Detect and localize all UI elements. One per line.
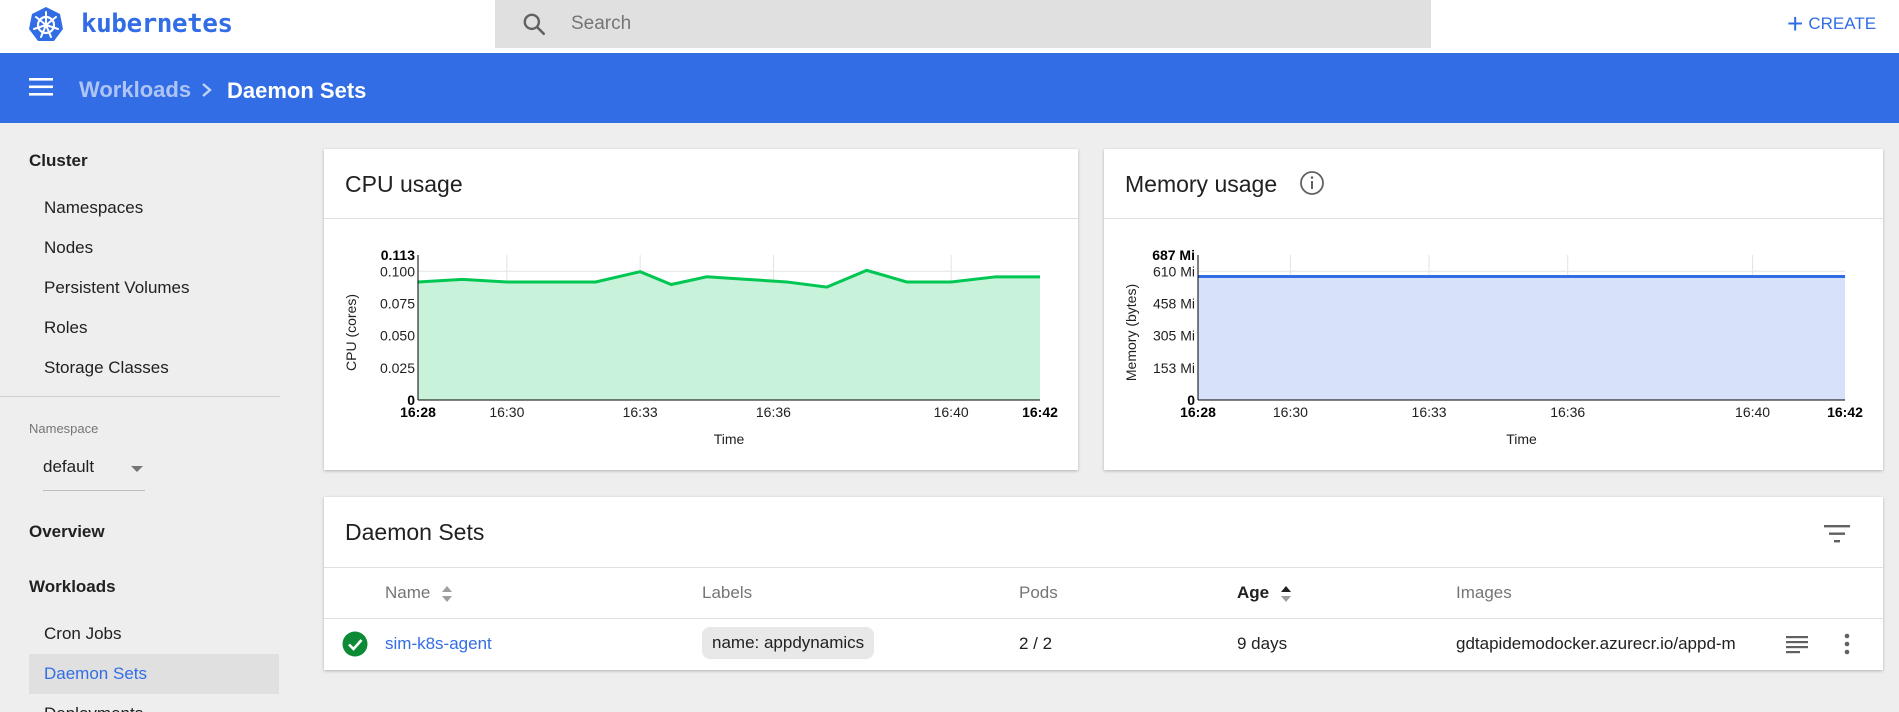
cpu-usage-chart: 00.0250.0500.0750.1000.11316:28 16:30 16:3… — [343, 247, 1058, 447]
create-label: CREATE — [1808, 14, 1877, 33]
search-bar — [495, 0, 1431, 48]
cpu-x-tick-label: 16:33 — [623, 404, 658, 420]
chevron-right-icon — [202, 83, 212, 97]
sidebar-item-deployments[interactable]: Deployments — [44, 704, 143, 712]
sidebar-divider — [0, 396, 280, 397]
age-value: 9 days — [1237, 634, 1288, 653]
memory-area — [1198, 276, 1845, 400]
cpu-y-tick-label: 0.100 — [380, 263, 415, 279]
memory-y-tick-label: 687 Mi — [1152, 247, 1195, 263]
cpu-y-tick-label: 0.075 — [380, 295, 415, 311]
memory-x-axis-title: Time — [1506, 431, 1537, 447]
filter-icon[interactable] — [1824, 524, 1850, 544]
sidebar-item-roles[interactable]: Roles — [44, 318, 87, 338]
cpu-x-tick-label: 16:30 — [489, 404, 524, 420]
namespace-select[interactable]: default — [43, 449, 145, 491]
memory-x-tick-label: 16:40 — [1735, 404, 1770, 420]
sidebar-heading-workloads[interactable]: Workloads — [29, 577, 116, 597]
memory-y-axis-title: Memory (bytes) — [1123, 284, 1139, 381]
menu-icon[interactable] — [29, 78, 53, 96]
namespace-label: Namespace — [29, 421, 99, 436]
memory-y-tick-label: 305 Mi — [1153, 328, 1195, 344]
more-vert-icon[interactable] — [1843, 633, 1851, 655]
memory-x-tick-label: 16:42 — [1827, 404, 1863, 420]
column-header-age[interactable]: Age — [1237, 583, 1292, 603]
create-button[interactable]: + CREATE — [1787, 10, 1876, 38]
search-icon — [523, 13, 546, 36]
sidebar-item-overview[interactable]: Overview — [29, 522, 105, 542]
cpu-x-axis-title: Time — [714, 431, 745, 447]
cpu-area — [418, 270, 1040, 400]
cpu-x-tick-label: 16:36 — [756, 404, 791, 420]
sort-icon — [442, 585, 453, 602]
sidebar-heading-cluster[interactable]: Cluster — [29, 151, 88, 171]
column-age-label: Age — [1237, 583, 1270, 602]
column-header-images: Images — [1456, 583, 1512, 602]
namespace-value: default — [43, 457, 95, 476]
sidebar-item-nodes[interactable]: Nodes — [44, 238, 93, 258]
status-success-icon — [342, 631, 368, 657]
sidebar-item-cron-jobs[interactable]: Cron Jobs — [44, 624, 121, 644]
cpu-x-tick-label: 16:42 — [1022, 404, 1058, 420]
breadcrumb-workloads[interactable]: Workloads — [79, 77, 191, 103]
brand-name[interactable]: kubernetes — [81, 9, 233, 39]
kubernetes-logo-icon[interactable] — [26, 5, 66, 45]
daemon-set-name-link[interactable]: sim-k8s-agent — [385, 634, 492, 654]
pods-count: 2 / 2 — [1019, 634, 1053, 653]
sidebar-item-daemon-sets[interactable]: Daemon Sets — [44, 664, 147, 684]
top-bar: kubernetes + CREATE — [0, 0, 1899, 53]
table-row-divider — [324, 618, 1883, 619]
search-input[interactable] — [571, 0, 1391, 48]
label-chip: name: appdynamics — [702, 627, 875, 659]
sidebar-item-persistent-volumes[interactable]: Persistent Volumes — [44, 278, 190, 298]
memory-y-tick-label: 458 Mi — [1153, 295, 1195, 311]
cpu-y-tick-label: 0.113 — [381, 247, 415, 263]
memory-x-tick-label: 16:36 — [1550, 404, 1585, 420]
sidebar-item-storage-classes[interactable]: Storage Classes — [44, 358, 169, 378]
cpu-y-tick-label: 0.050 — [380, 328, 415, 344]
memory-x-tick-label: 16:28 — [1180, 404, 1216, 420]
images-value: gdtapidemodocker.azurecr.io/appd-m — [1456, 634, 1736, 653]
dropdown-arrow-icon — [131, 466, 143, 472]
sort-ascending-icon — [1280, 585, 1291, 602]
breadcrumb-current: Daemon Sets — [227, 78, 367, 103]
daemon-sets-title: Daemon Sets — [345, 519, 485, 545]
memory-usage-card: Memory usage 0 153 Mi 305 Mi 458 Mi 610 Mi 68… — [1104, 149, 1883, 470]
plus-icon: + — [1787, 8, 1804, 39]
cpu-y-axis-title: CPU (cores) — [343, 294, 359, 371]
cpu-y-tick-label: 0.025 — [380, 360, 415, 376]
cpu-usage-card: CPU usage 0 0.025 0.050 0.075 0.100 0.113 16:2… — [324, 149, 1078, 470]
logs-icon[interactable] — [1786, 636, 1808, 654]
memory-x-tick-label: 16:30 — [1273, 404, 1308, 420]
cpu-x-tick-label: 16:40 — [934, 404, 969, 420]
memory-x-tick-label: 16:33 — [1412, 404, 1447, 420]
memory-y-tick-label: 153 Mi — [1153, 360, 1195, 376]
table-header-divider — [324, 567, 1883, 568]
cpu-x-tick-label: 16:28 — [400, 404, 436, 420]
column-header-pods: Pods — [1019, 583, 1058, 602]
sidebar-item-namespaces[interactable]: Namespaces — [44, 198, 143, 218]
column-name-label: Name — [385, 583, 431, 602]
column-header-name[interactable]: Name — [385, 583, 453, 603]
memory-usage-chart: 0153 Mi305 Mi458 Mi610 Mi687 Mi16:28 16:3… — [1123, 247, 1863, 447]
sidebar: Cluster Namespaces Nodes Persistent Volu… — [0, 123, 280, 712]
nav-bar: Workloads Daemon Sets — [0, 53, 1899, 123]
column-header-labels: Labels — [702, 583, 753, 602]
memory-y-tick-label: 610 Mi — [1153, 263, 1195, 279]
